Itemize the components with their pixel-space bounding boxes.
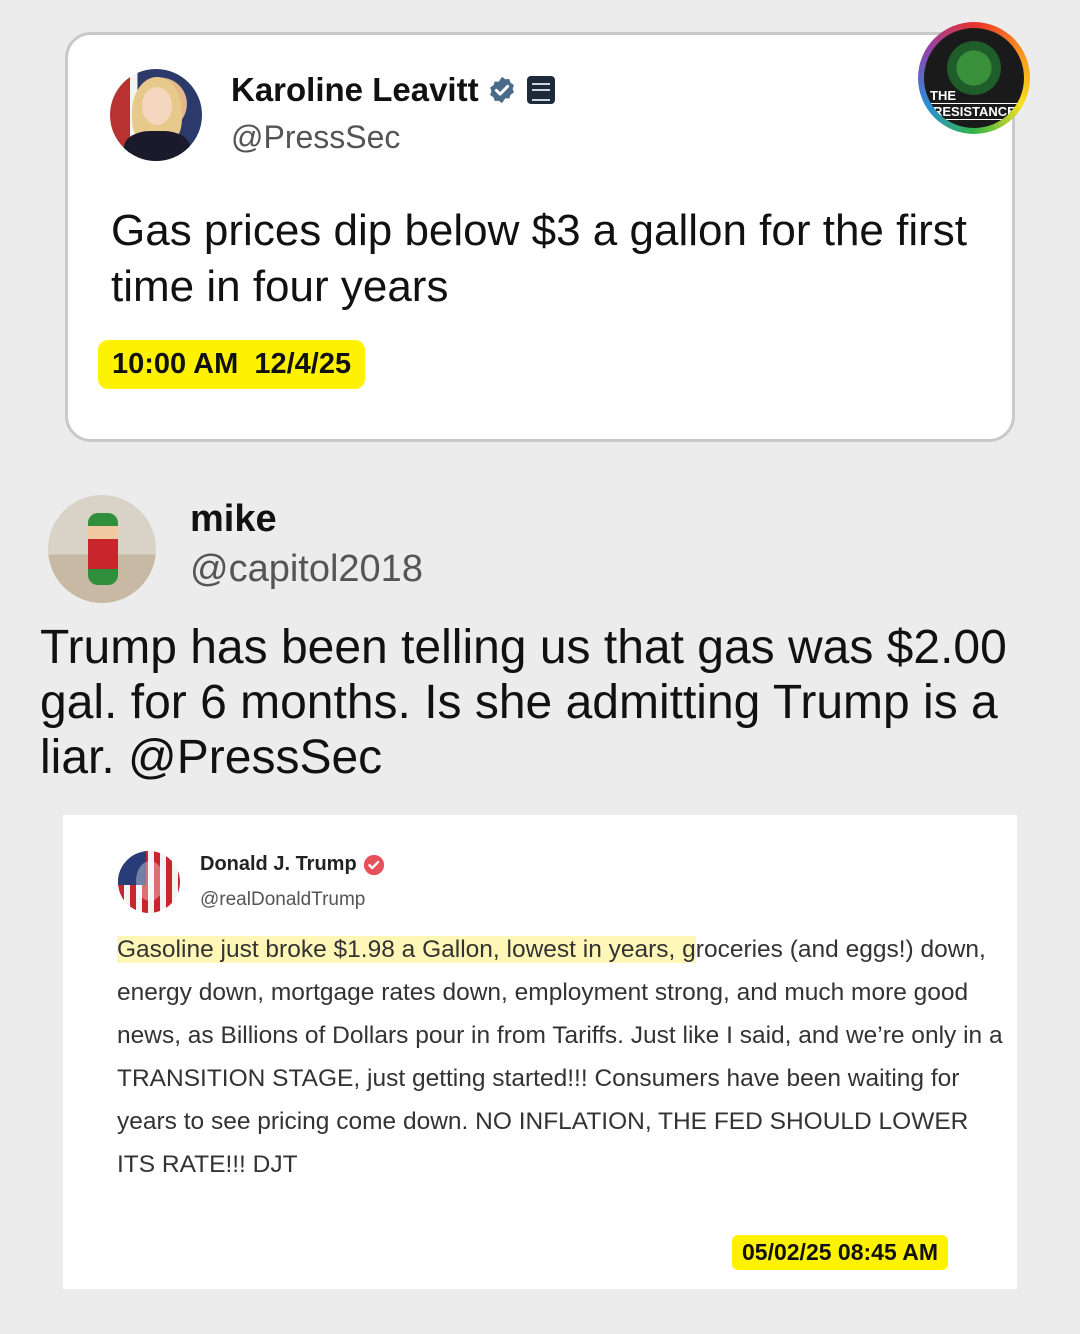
mike-name[interactable]: mike [190, 498, 277, 541]
verified-badge-icon [363, 854, 384, 875]
white-house-badge-icon [526, 76, 555, 104]
highlighted-text: Gasoline just broke $1.98 a Gallon, lowe… [117, 936, 696, 963]
trump-avatar[interactable] [118, 851, 180, 913]
resistance-line2: RESISTANCE [930, 103, 1019, 120]
mike-handle[interactable]: @capitol2018 [190, 548, 423, 591]
karoline-name-row: Karoline Leavitt [231, 71, 555, 109]
mike-reply-text: Trump has been telling us that gas was $… [40, 621, 1007, 784]
karoline-avatar[interactable] [110, 69, 202, 161]
karoline-post-timestamp: 10:00 AM 12/4/25 [98, 340, 366, 389]
elf-toy-icon [88, 513, 118, 585]
karoline-handle[interactable]: @PressSec [231, 119, 400, 156]
trump-post-text-rest: roceries (and eggs!) down, energy down, … [117, 936, 1003, 1178]
resistance-logo-text: THE RESISTANCE [930, 88, 1019, 120]
statue-of-liberty-icon: THE RESISTANCE [924, 28, 1024, 128]
trump-handle[interactable]: @realDonaldTrump [200, 889, 365, 911]
trump-post-timestamp: 05/02/25 08:45 AM [732, 1235, 949, 1270]
verified-badge-icon [489, 76, 514, 104]
resistance-logo: THE RESISTANCE [918, 22, 1030, 134]
trump-name[interactable]: Donald J. Trump [200, 853, 357, 876]
trump-post-text: Gasoline just broke $1.98 a Gallon, lowe… [117, 928, 1007, 1186]
resistance-line1: THE [930, 88, 956, 103]
mike-avatar[interactable] [48, 495, 156, 603]
karoline-post-card[interactable]: Karoline Leavitt @PressSec Gas prices di… [65, 32, 1015, 442]
karoline-post-text: Gas prices dip below $3 a gallon for the… [111, 206, 968, 311]
trump-post-card: Donald J. Trump @realDonaldTrump Gasolin… [63, 815, 1017, 1289]
trump-name-row: Donald J. Trump [200, 853, 385, 876]
karoline-name[interactable]: Karoline Leavitt [231, 71, 479, 109]
